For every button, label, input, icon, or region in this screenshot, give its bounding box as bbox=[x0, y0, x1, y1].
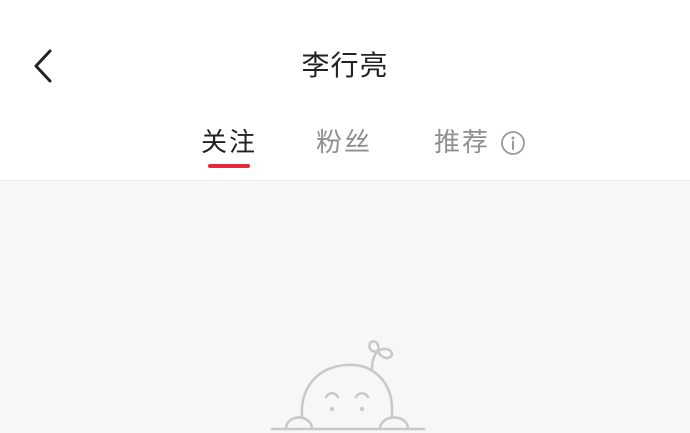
tab-follow[interactable]: 关注 bbox=[201, 124, 257, 162]
top-bar: 李行亮 关注 粉丝 推荐 bbox=[0, 0, 690, 180]
peeking-baby-illustration bbox=[270, 340, 426, 431]
info-icon[interactable] bbox=[500, 130, 526, 156]
tab-fans[interactable]: 粉丝 bbox=[316, 124, 372, 162]
empty-list-area bbox=[0, 181, 690, 433]
active-tab-indicator bbox=[208, 164, 250, 168]
page-title: 李行亮 bbox=[301, 49, 389, 82]
tab-recommend[interactable]: 推荐 bbox=[434, 124, 490, 162]
